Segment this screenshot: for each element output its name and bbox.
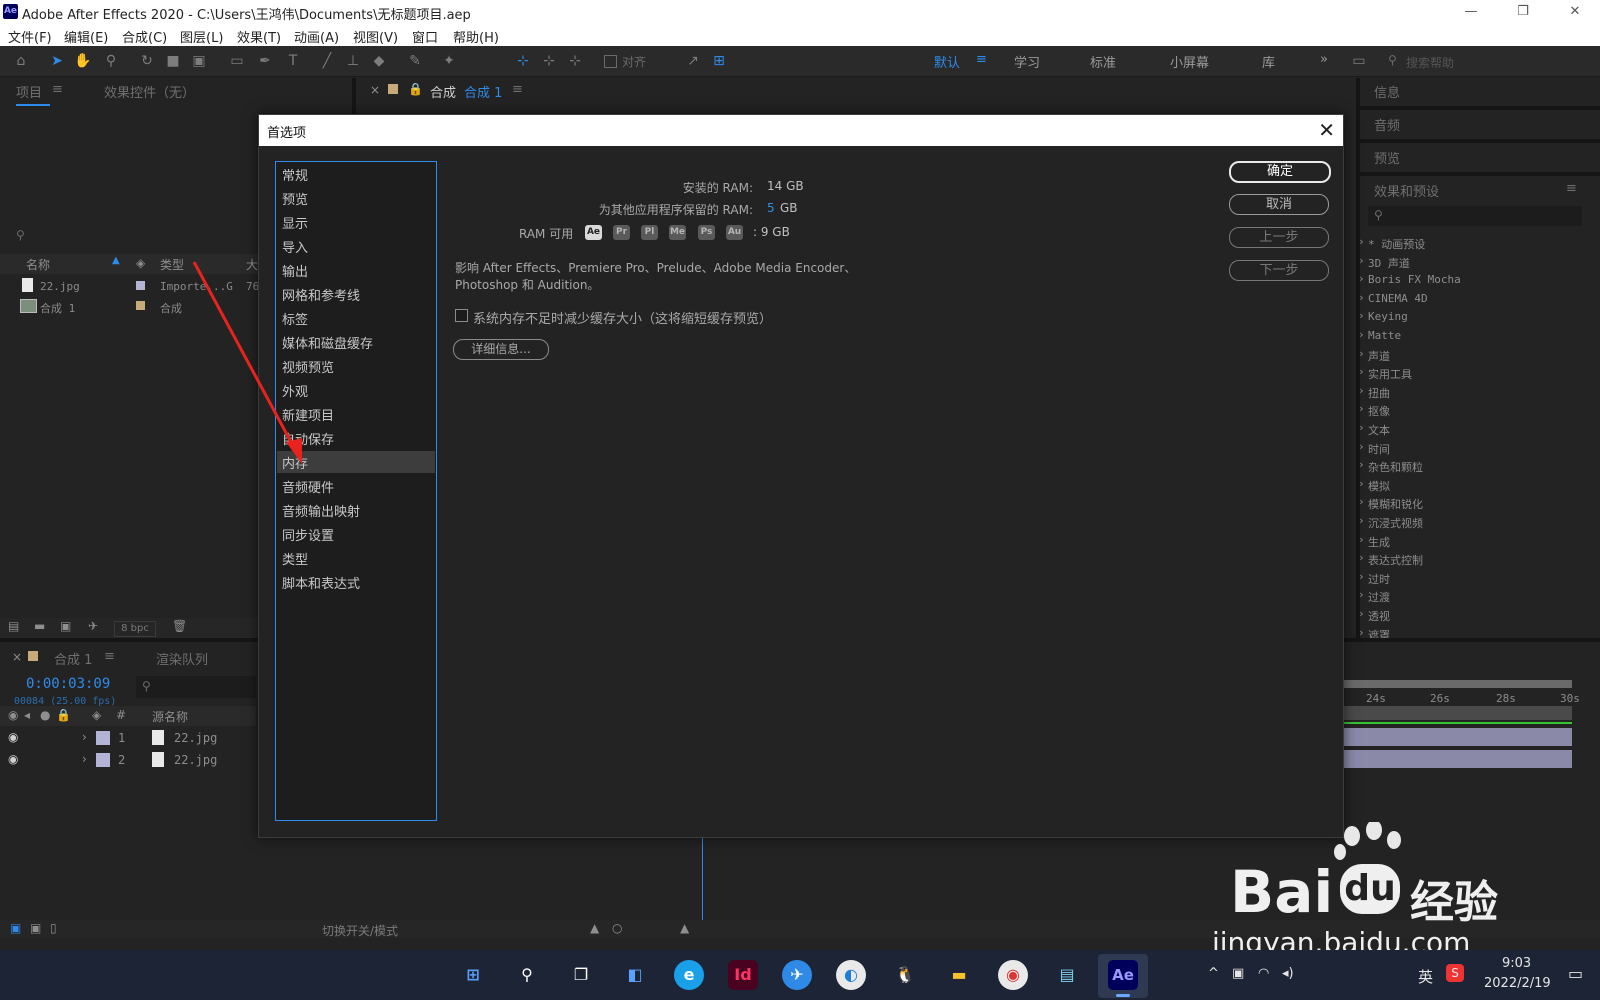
clock-time[interactable]: 9:03 xyxy=(1502,956,1531,971)
watermark-brand-du: du xyxy=(1340,864,1400,914)
ime-indicator[interactable]: 英 xyxy=(1418,966,1433,987)
indesign-icon[interactable]: Id xyxy=(728,960,758,990)
task-view-icon[interactable]: ❐ xyxy=(566,960,596,990)
baidu-watermark: Bai du 经验 jingyan.baidu.com xyxy=(1212,822,1590,959)
clock-date[interactable]: 2022/2/19 xyxy=(1484,976,1551,991)
feishu-icon[interactable]: ✈ xyxy=(782,960,812,990)
file-explorer-icon[interactable]: ▬ xyxy=(944,960,974,990)
widgets-icon[interactable]: ◧ xyxy=(620,960,650,990)
sogou-ime-icon[interactable]: S xyxy=(1446,964,1464,982)
arrow-shaft xyxy=(192,261,300,456)
windows-taskbar: ⊞ ⚲ ❐ ◧ e Id ✈ ◐ 🐧 ▬ ◉ ▤ Ae ^ ▣ ◠ ◂) 英 S… xyxy=(0,950,1600,1000)
volume-icon[interactable]: ◂) xyxy=(1282,966,1294,981)
watermark-brand-jingyan: 经验 xyxy=(1410,877,1498,928)
search-icon[interactable]: ⚲ xyxy=(512,960,542,990)
arrow-head xyxy=(286,438,302,464)
notification-icon[interactable]: ▭ xyxy=(1568,964,1583,983)
active-indicator xyxy=(1116,994,1130,997)
qq-icon[interactable]: 🐧 xyxy=(890,960,920,990)
watermark-brand: Bai xyxy=(1230,858,1334,926)
edge-browser-icon[interactable]: e xyxy=(674,960,704,990)
chrome-icon[interactable]: ◉ xyxy=(998,960,1028,990)
show-hidden-icons-icon[interactable]: ^ xyxy=(1208,966,1219,981)
chat-app-icon[interactable]: ◐ xyxy=(836,960,866,990)
taskbar-active-app[interactable]: Ae xyxy=(1098,954,1148,998)
after-effects-icon: Ae xyxy=(1108,960,1138,990)
camera-tray-icon[interactable]: ▣ xyxy=(1232,966,1244,981)
wifi-icon[interactable]: ◠ xyxy=(1258,966,1269,981)
start-icon[interactable]: ⊞ xyxy=(458,960,488,990)
notepad-icon[interactable]: ▤ xyxy=(1052,960,1082,990)
